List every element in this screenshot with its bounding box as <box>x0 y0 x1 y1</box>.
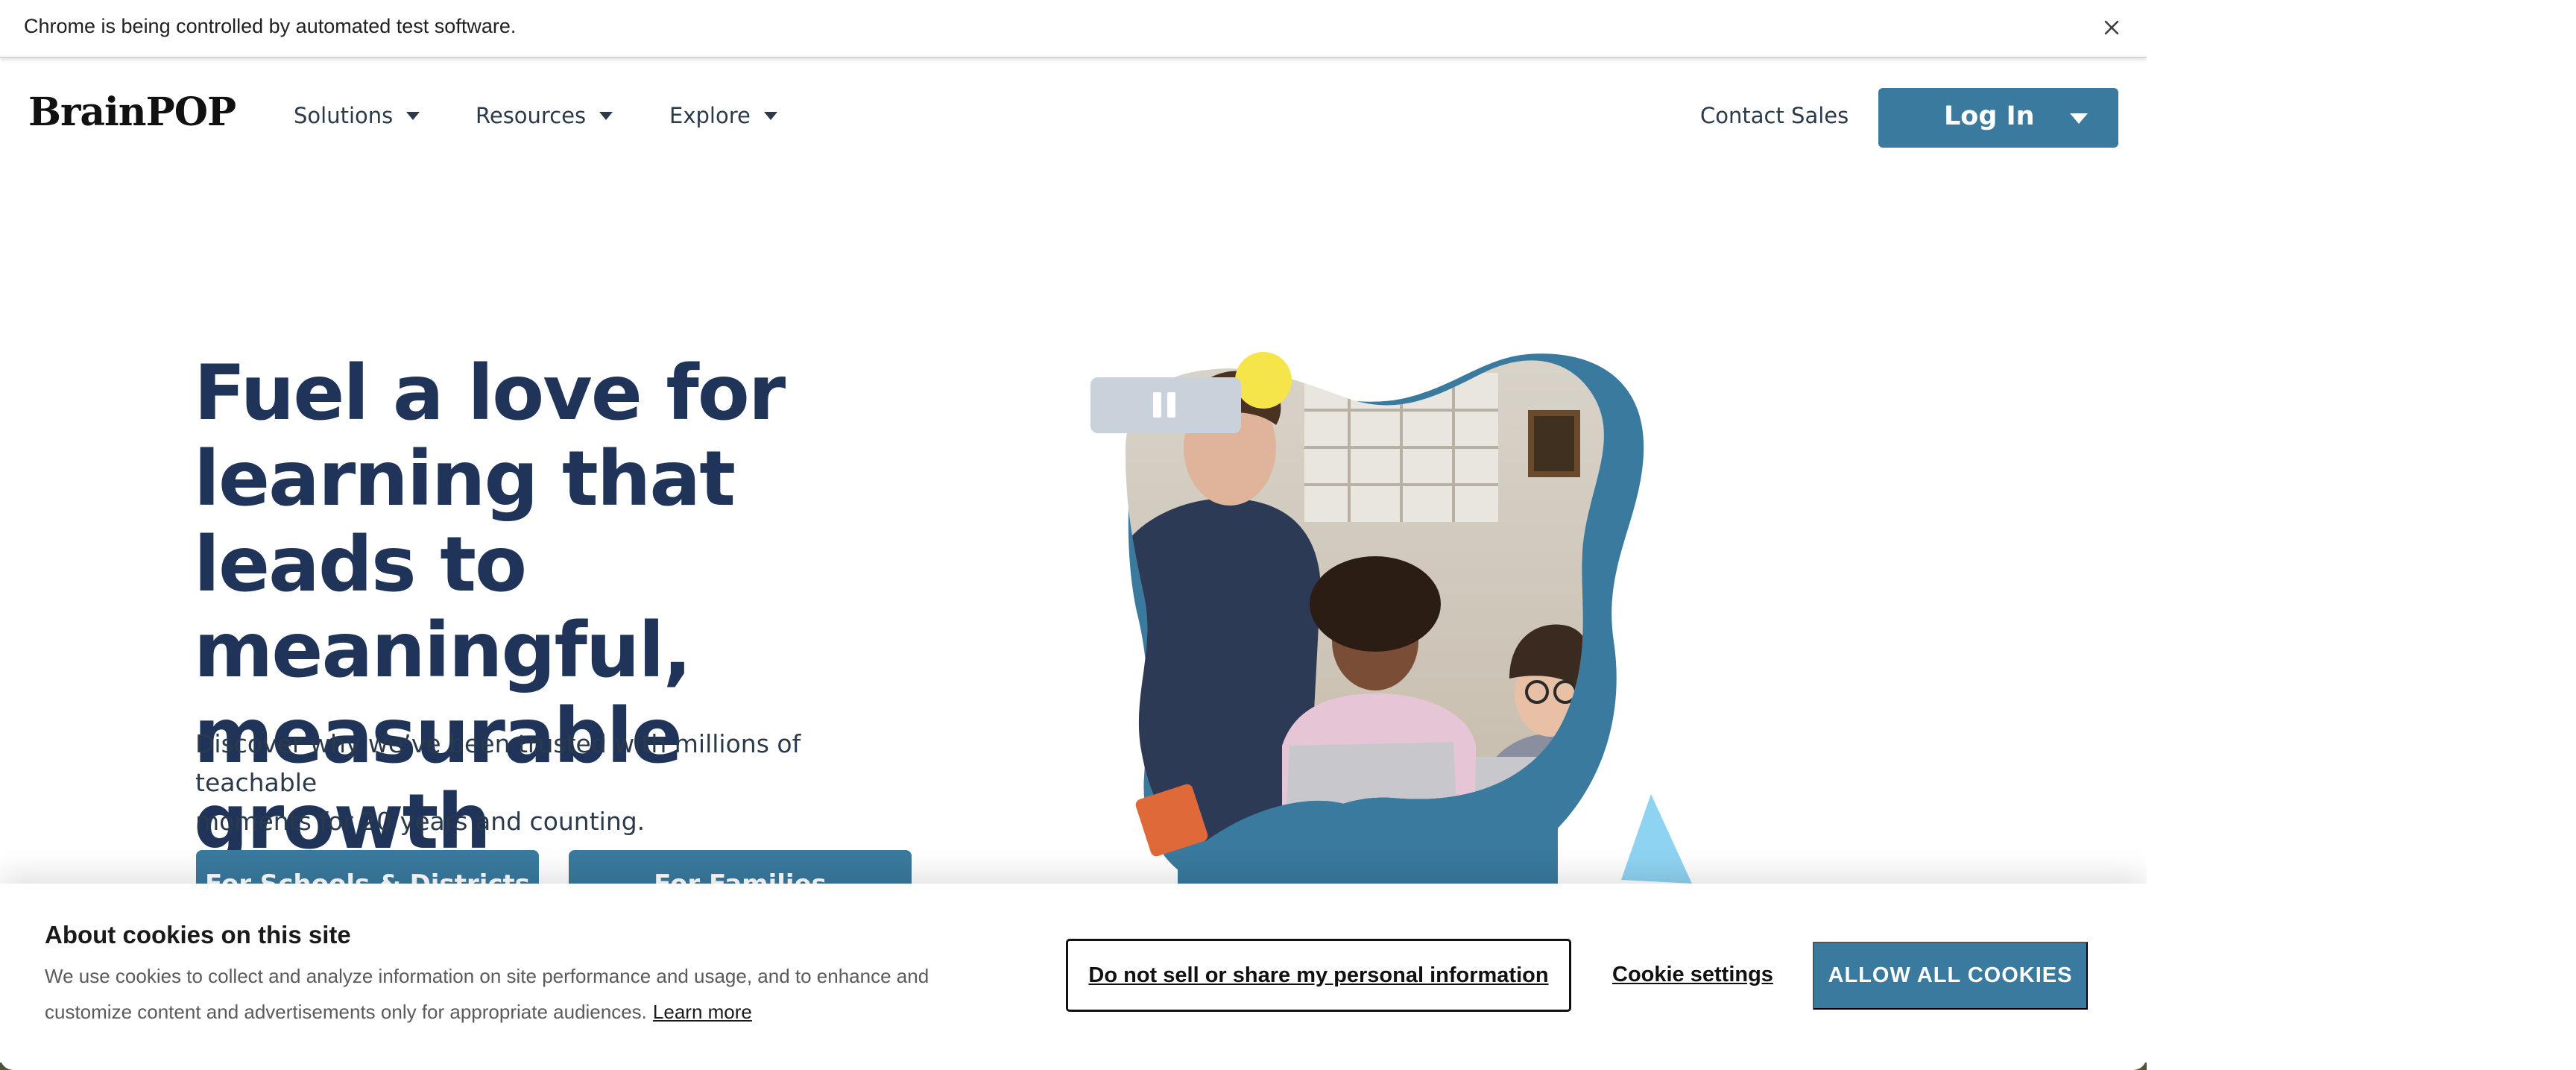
caret-down-icon <box>763 111 777 120</box>
login-button[interactable]: Log In <box>1878 88 2118 148</box>
hero-title-line: meaningful, <box>194 606 692 695</box>
nav-explore-label: Explore <box>669 103 751 128</box>
close-icon[interactable] <box>2097 13 2127 43</box>
hero-subtitle: Discover why we’ve been trusted with mil… <box>195 725 926 841</box>
cookie-settings-link[interactable]: Cookie settings <box>1612 963 1773 987</box>
cookie-banner-title: About cookies on this site <box>45 921 351 948</box>
triangle-decoration <box>1621 794 1692 884</box>
cookie-banner-text: We use cookies to collect and analyze in… <box>45 958 1014 1030</box>
yellow-circle-decoration <box>1235 352 1292 409</box>
caret-down-icon <box>2070 113 2088 124</box>
login-button-label: Log In <box>1944 101 2035 131</box>
site-header: BrainPOP Solutions Resources Explore Con… <box>0 60 2147 175</box>
allow-all-cookies-button[interactable]: ALLOW ALL COOKIES <box>1813 942 2088 1010</box>
caret-down-icon <box>406 111 420 120</box>
page: Chrome is being controlled by automated … <box>0 0 2147 1070</box>
cookie-text-line: customize content and advertisements onl… <box>45 1001 647 1023</box>
do-not-sell-button[interactable]: Do not sell or share my personal informa… <box>1066 939 1571 1012</box>
caret-down-icon <box>599 111 613 120</box>
cookie-text-line: We use cookies to collect and analyze in… <box>45 965 929 987</box>
infobar-message: Chrome is being controlled by automated … <box>24 15 517 37</box>
hero-title-line: learning that leads to <box>194 435 736 609</box>
pause-button[interactable] <box>1090 377 1241 433</box>
automation-infobar: Chrome is being controlled by automated … <box>0 0 2147 58</box>
learn-more-link[interactable]: Learn more <box>653 1001 752 1023</box>
nav-solutions[interactable]: Solutions <box>294 103 420 128</box>
hero-title-line: Fuel a love for <box>194 349 786 438</box>
pause-icon <box>1153 392 1161 418</box>
nav-explore[interactable]: Explore <box>669 103 777 128</box>
contact-sales-link[interactable]: Contact Sales <box>1700 103 1849 128</box>
nav-resources-label: Resources <box>476 103 587 128</box>
hero-subtitle-line: moments for 20 years and counting. <box>195 807 645 836</box>
nav-solutions-label: Solutions <box>294 103 394 128</box>
hero-subtitle-line: Discover why we’ve been trusted with mil… <box>195 729 801 797</box>
nav-resources[interactable]: Resources <box>476 103 613 128</box>
pause-icon <box>1167 392 1175 418</box>
cookie-banner: About cookies on this site We use cookie… <box>0 884 2147 1070</box>
brainpop-logo[interactable]: BrainPOP <box>28 89 236 135</box>
